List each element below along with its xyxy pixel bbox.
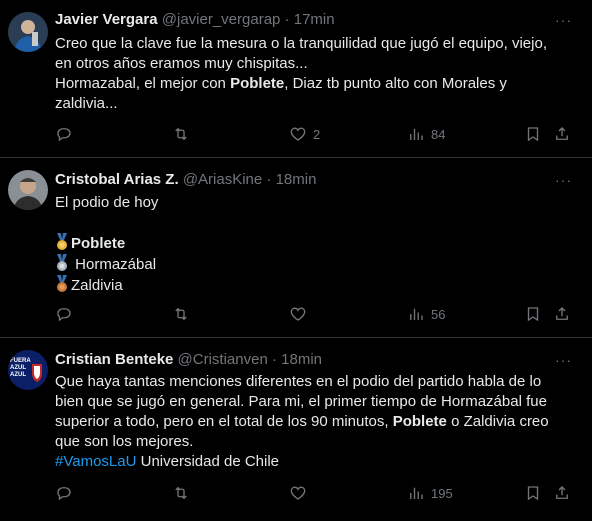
bookmark-icon — [527, 127, 539, 142]
dot-separator: · — [271, 351, 277, 368]
share-button[interactable] — [553, 484, 571, 502]
avatar-photo-icon — [8, 12, 48, 52]
silver-medal-icon — [57, 254, 67, 271]
timestamp[interactable]: 18min — [276, 171, 317, 188]
avatar-logo-text: FUERA AZUL AZUL — [10, 358, 31, 378]
share-button[interactable] — [553, 125, 571, 143]
timestamp[interactable]: 18min — [281, 351, 322, 368]
dot-separator: · — [266, 171, 272, 188]
timestamp[interactable]: 17min — [294, 11, 335, 28]
retweet-button[interactable] — [172, 305, 190, 323]
like-button[interactable]: 2 — [289, 125, 320, 143]
text-line: que son los mejores. — [55, 433, 194, 450]
hashtag-link[interactable]: #VamosLaU — [55, 453, 136, 470]
more-options-icon[interactable]: ··· — [555, 352, 572, 368]
podium-line: Zaldivia — [55, 275, 575, 296]
reply-icon — [57, 487, 71, 501]
author-handle[interactable]: @AriasKine — [183, 171, 262, 188]
tweet-text: Que haya tantas menciones diferentes en … — [55, 372, 575, 472]
more-options-icon[interactable]: ··· — [555, 12, 572, 28]
share-icon — [556, 486, 568, 499]
avatar[interactable] — [8, 170, 48, 210]
text-line: Que haya tantas menciones diferentes en … — [55, 373, 542, 390]
retweet-icon — [175, 307, 187, 321]
text-line: zaldivia... — [55, 95, 118, 112]
bookmark-button[interactable] — [524, 125, 542, 143]
tweet-text: Creo que la clave fue la mesura o la tra… — [55, 34, 575, 114]
tweet-actions: 195 — [55, 484, 575, 504]
share-icon — [556, 127, 568, 140]
tweet-1[interactable]: Javier Vergara @javier_vergarap · 17min … — [0, 0, 592, 158]
heart-icon — [290, 486, 306, 500]
bold-text: Poblete — [71, 235, 126, 252]
gold-medal-icon — [57, 233, 67, 250]
share-icon — [556, 307, 568, 320]
text-span: o Zaldivia creo — [446, 413, 549, 430]
heart-icon — [290, 307, 306, 321]
text-line: Hormazabal, el mejor con Poblete, Diaz t… — [55, 74, 575, 94]
text-line: Creo que la clave fue la mesura o la tra… — [55, 35, 547, 52]
view-count: 56 — [431, 306, 446, 322]
retweet-button[interactable] — [172, 125, 190, 143]
text-span: Universidad de Chile — [136, 453, 280, 470]
tweet-text: El podio de hoy Poblete Hormazábal Zaldi… — [55, 193, 575, 296]
text-span: Zaldivia — [71, 277, 123, 294]
text-span: superior a todo, pero en el total de los… — [55, 413, 393, 430]
text-line: bien que se jugó en general. Para mi, el… — [55, 393, 547, 410]
like-button[interactable] — [289, 484, 307, 502]
tweet-2[interactable]: Cristobal Arias Z. @AriasKine · 18min ··… — [0, 158, 592, 338]
views-button[interactable]: 84 — [407, 125, 445, 143]
tweet-actions: 2 84 — [55, 125, 575, 145]
author-name[interactable]: Cristian Benteke — [55, 351, 173, 368]
avatar[interactable]: FUERA AZUL AZUL — [8, 350, 48, 390]
like-button[interactable] — [289, 305, 307, 323]
podium-line: Hormazábal — [55, 254, 575, 275]
view-count: 84 — [431, 126, 446, 142]
reply-button[interactable] — [55, 125, 73, 143]
reply-icon — [57, 128, 71, 142]
text-line: El podio de hoy — [55, 194, 159, 211]
bold-text: Poblete — [230, 75, 285, 92]
tweet-3[interactable]: FUERA AZUL AZUL Cristian Benteke @Cristi… — [0, 338, 592, 521]
more-options-icon[interactable]: ··· — [555, 172, 572, 188]
text-span: Hormazábal — [75, 256, 157, 273]
text-span: Hormazabal, el mejor con — [55, 75, 231, 92]
author-handle[interactable]: @javier_vergarap — [162, 11, 281, 28]
tweet-actions: 56 — [55, 305, 575, 325]
author-name[interactable]: Javier Vergara — [55, 11, 158, 28]
views-icon — [410, 128, 423, 140]
views-button[interactable]: 56 — [407, 305, 445, 323]
text-line: superior a todo, pero en el total de los… — [55, 412, 575, 432]
avatar-photo-icon — [8, 170, 48, 210]
heart-icon — [290, 127, 306, 141]
podium-line: Poblete — [55, 233, 575, 254]
bronze-medal-icon — [57, 275, 67, 292]
author-name[interactable]: Cristobal Arias Z. — [55, 171, 179, 188]
reply-button[interactable] — [55, 484, 73, 502]
views-button[interactable]: 195 — [407, 484, 453, 502]
bookmark-icon — [527, 307, 539, 322]
retweet-icon — [175, 486, 187, 500]
retweet-button[interactable] — [172, 484, 190, 502]
dot-separator: · — [284, 11, 290, 28]
author-handle[interactable]: @Cristianven — [178, 351, 268, 368]
avatar[interactable] — [8, 12, 48, 52]
bookmark-icon — [527, 486, 539, 501]
reply-icon — [57, 308, 71, 322]
like-count: 2 — [313, 126, 321, 142]
bookmark-button[interactable] — [524, 305, 542, 323]
retweet-icon — [175, 127, 187, 141]
text-span: , Diaz tb punto alto con Morales y — [284, 75, 507, 92]
bookmark-button[interactable] — [524, 484, 542, 502]
view-count: 195 — [431, 485, 453, 501]
views-icon — [410, 487, 423, 499]
reply-button[interactable] — [55, 305, 73, 323]
text-line: #VamosLaU Universidad de Chile — [55, 452, 575, 472]
share-button[interactable] — [553, 305, 571, 323]
bold-text: Poblete — [392, 413, 447, 430]
views-icon — [410, 308, 423, 320]
text-line: en otros años eramos muy chispitas... — [55, 55, 308, 72]
